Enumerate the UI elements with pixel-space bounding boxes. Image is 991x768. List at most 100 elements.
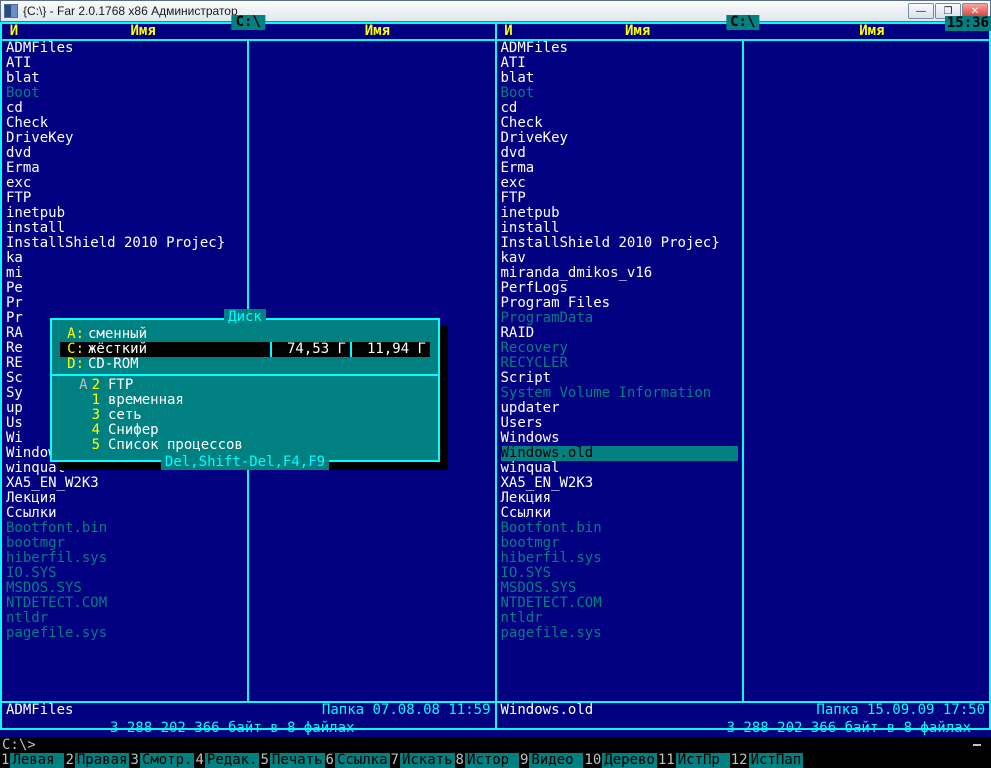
file-item[interactable]: Ссылки	[6, 506, 243, 521]
file-item[interactable]: RAID	[501, 326, 738, 341]
file-item[interactable]: mi	[6, 266, 243, 281]
file-item[interactable]: Pe	[6, 281, 243, 296]
file-item[interactable]: cd	[6, 101, 243, 116]
file-item[interactable]: blat	[501, 71, 738, 86]
file-item[interactable]: miranda_dmikos_v16	[501, 266, 738, 281]
fkey-7[interactable]: 7Искать	[390, 753, 455, 768]
right-file-list-2[interactable]	[744, 41, 989, 701]
right-file-list[interactable]: ADMFilesATIblatBootcdCheckDriveKeydvdErm…	[497, 41, 744, 701]
file-item[interactable]: InstallShield 2010 Projec	[6, 236, 243, 251]
file-item[interactable]: IO.SYS	[6, 566, 243, 581]
right-panel[interactable]: C:\ 15:36 И Имя Имя ADMFilesATIblatBootc…	[496, 22, 991, 730]
file-item[interactable]: NTDETECT.COM	[6, 596, 243, 611]
file-item[interactable]: ADMFiles	[501, 41, 738, 56]
file-item[interactable]: Pr	[6, 296, 243, 311]
file-item[interactable]: XA5_EN_W2K3	[6, 476, 243, 491]
file-item[interactable]: exc	[501, 176, 738, 191]
file-item[interactable]: ADMFiles	[6, 41, 243, 56]
plugin-row[interactable]: A2FTP	[60, 378, 430, 393]
file-item[interactable]: blat	[6, 71, 243, 86]
file-item[interactable]: Program Files	[501, 296, 738, 311]
fkey-11[interactable]: 11ИстПр	[657, 753, 730, 768]
file-item[interactable]: System Volume Information	[501, 386, 738, 401]
file-item[interactable]: install	[501, 221, 738, 236]
fkey-3[interactable]: 3Смотр.	[129, 753, 194, 768]
file-item[interactable]: dvd	[501, 146, 738, 161]
fkey-5[interactable]: 5Печать	[259, 753, 324, 768]
file-item[interactable]: Boot	[6, 86, 243, 101]
file-item[interactable]: Erma	[501, 161, 738, 176]
fkey-12[interactable]: 12ИстПап	[730, 753, 803, 768]
file-item[interactable]: PerfLogs	[501, 281, 738, 296]
fkey-2[interactable]: 2Правая	[64, 753, 129, 768]
file-item[interactable]: Boot	[501, 86, 738, 101]
file-item[interactable]: RECYCLER	[501, 356, 738, 371]
left-col-name-1: Имя	[26, 24, 260, 39]
file-item[interactable]: Check	[6, 116, 243, 131]
file-item[interactable]: install	[6, 221, 243, 236]
file-item[interactable]: dvd	[6, 146, 243, 161]
file-item[interactable]: exc	[6, 176, 243, 191]
file-item[interactable]: IO.SYS	[501, 566, 738, 581]
minimize-button[interactable]: —	[908, 3, 934, 19]
drive-dialog[interactable]: Диск A:сменныйC:жёсткий74,53 Г11,94 ГD:C…	[50, 318, 440, 462]
file-item[interactable]: MSDOS.SYS	[501, 581, 738, 596]
file-item[interactable]: Erma	[6, 161, 243, 176]
file-item[interactable]: winqual	[501, 461, 738, 476]
file-item[interactable]: Bootfont.bin	[6, 521, 243, 536]
plugin-list[interactable]: A2FTP1временная3сеть4Снифер5Список проце…	[52, 376, 438, 455]
file-item[interactable]: XA5_EN_W2K3	[501, 476, 738, 491]
drive-list[interactable]: A:сменныйC:жёсткий74,53 Г11,94 ГD:CD-ROM	[52, 325, 438, 376]
fkey-6[interactable]: 6Ссылка	[325, 753, 390, 768]
file-item[interactable]: pagefile.sys	[6, 626, 243, 641]
file-item[interactable]: inetpub	[6, 206, 243, 221]
file-item[interactable]: Script	[501, 371, 738, 386]
file-item[interactable]: hiberfil.sys	[501, 551, 738, 566]
file-item[interactable]: InstallShield 2010 Projec	[501, 236, 738, 251]
fkey-10[interactable]: 10Дерево	[583, 753, 656, 768]
file-item[interactable]: bootmgr	[6, 536, 243, 551]
file-item[interactable]: Windows	[501, 431, 738, 446]
file-item[interactable]: Windows.old	[501, 446, 738, 461]
file-item[interactable]: ka	[6, 251, 243, 266]
file-item[interactable]: DriveKey	[501, 131, 738, 146]
file-item[interactable]: FTP	[501, 191, 738, 206]
file-item[interactable]: ATI	[6, 56, 243, 71]
fkey-9[interactable]: 9Видео	[519, 753, 583, 768]
file-item[interactable]: cd	[501, 101, 738, 116]
plugin-hotkey: 5	[60, 438, 100, 453]
file-item[interactable]: Bootfont.bin	[501, 521, 738, 536]
plugin-row[interactable]: 1временная	[60, 393, 430, 408]
file-item[interactable]: Users	[501, 416, 738, 431]
file-item[interactable]: NTDETECT.COM	[501, 596, 738, 611]
file-item[interactable]: ProgramData	[501, 311, 738, 326]
file-item[interactable]: updater	[501, 401, 738, 416]
plugin-row[interactable]: 5Список процессов	[60, 438, 430, 453]
file-item[interactable]: Ссылки	[501, 506, 738, 521]
file-item[interactable]: MSDOS.SYS	[6, 581, 243, 596]
command-line[interactable]: C:\>	[0, 737, 991, 753]
file-item[interactable]: Check	[501, 116, 738, 131]
drive-row[interactable]: C:жёсткий74,53 Г11,94 Г	[60, 342, 430, 357]
drive-row[interactable]: A:сменный	[60, 327, 430, 342]
file-item[interactable]: ntldr	[501, 611, 738, 626]
file-item[interactable]: ATI	[501, 56, 738, 71]
fkey-8[interactable]: 8Истор	[455, 753, 519, 768]
file-item[interactable]: FTP	[6, 191, 243, 206]
drive-row[interactable]: D:CD-ROM	[60, 357, 430, 372]
file-item[interactable]: hiberfil.sys	[6, 551, 243, 566]
fkey-4[interactable]: 4Редак.	[194, 753, 259, 768]
fkey-1[interactable]: 1Левая	[0, 753, 64, 768]
file-item[interactable]: pagefile.sys	[501, 626, 738, 641]
plugin-row[interactable]: 3сеть	[60, 408, 430, 423]
file-item[interactable]: Лекция	[6, 491, 243, 506]
left-footer-info: Папка 07.08.08 11:59	[186, 703, 491, 718]
file-item[interactable]: Recovery	[501, 341, 738, 356]
file-item[interactable]: inetpub	[501, 206, 738, 221]
file-item[interactable]: DriveKey	[6, 131, 243, 146]
plugin-row[interactable]: 4Снифер	[60, 423, 430, 438]
file-item[interactable]: kav	[501, 251, 738, 266]
file-item[interactable]: bootmgr	[501, 536, 738, 551]
file-item[interactable]: ntldr	[6, 611, 243, 626]
file-item[interactable]: Лекция	[501, 491, 738, 506]
